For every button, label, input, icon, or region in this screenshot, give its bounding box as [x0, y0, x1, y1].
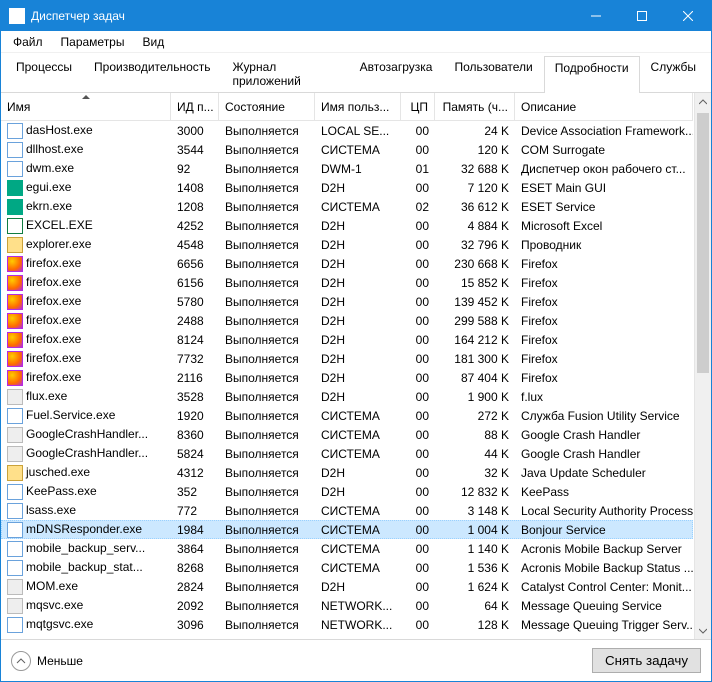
close-button[interactable] [665, 1, 711, 31]
process-icon [7, 617, 23, 633]
process-icon [7, 522, 23, 538]
process-row[interactable]: KeePass.exe352ВыполняетсяD2H0012 832 KKe… [1, 482, 693, 501]
process-icon [7, 560, 23, 576]
process-icon [7, 541, 23, 557]
process-row[interactable]: GoogleCrashHandler...5824ВыполняетсяСИСТ… [1, 444, 693, 463]
process-icon [7, 446, 23, 462]
process-row[interactable]: dwm.exe92ВыполняетсяDWM-10132 688 KДиспе… [1, 159, 693, 178]
details-grid: Имя ИД п... Состояние Имя польз... ЦП Па… [1, 93, 711, 639]
process-row[interactable]: firefox.exe8124ВыполняетсяD2H00164 212 K… [1, 330, 693, 349]
process-icon [7, 465, 23, 481]
process-icon [7, 294, 23, 310]
process-row[interactable]: firefox.exe2116ВыполняетсяD2H0087 404 KF… [1, 368, 693, 387]
process-row[interactable]: egui.exe1408ВыполняетсяD2H007 120 KESET … [1, 178, 693, 197]
app-icon [9, 8, 25, 24]
tab-4[interactable]: Пользователи [443, 55, 543, 92]
process-icon [7, 408, 23, 424]
process-row[interactable]: lsass.exe772ВыполняетсяСИСТЕМА003 148 KL… [1, 501, 693, 520]
process-icon [7, 332, 23, 348]
column-user[interactable]: Имя польз... [315, 93, 401, 120]
process-icon [7, 142, 23, 158]
window-title: Диспетчер задач [31, 9, 573, 23]
process-icon [7, 351, 23, 367]
process-icon [7, 598, 23, 614]
process-row[interactable]: mDNSResponder.exe1984ВыполняетсяСИСТЕМА0… [1, 520, 693, 539]
task-manager-window: Диспетчер задач Файл Параметры Вид Проце… [0, 0, 712, 682]
tab-6[interactable]: Службы [640, 55, 707, 92]
process-icon [7, 237, 23, 253]
column-memory[interactable]: Память (ч... [435, 93, 515, 120]
maximize-button[interactable] [619, 1, 665, 31]
fewer-label: Меньше [37, 654, 83, 668]
process-row[interactable]: Fuel.Service.exe1920ВыполняетсяСИСТЕМА00… [1, 406, 693, 425]
column-name[interactable]: Имя [1, 93, 171, 120]
process-icon [7, 123, 23, 139]
tab-3[interactable]: Автозагрузка [349, 55, 444, 92]
process-row[interactable]: firefox.exe6656ВыполняетсяD2H00230 668 K… [1, 254, 693, 273]
footer: Меньше Снять задачу [1, 639, 711, 681]
process-rows: dasHost.exe3000ВыполняетсяLOCAL SE...002… [1, 121, 693, 634]
column-description[interactable]: Описание [515, 93, 693, 120]
chevron-up-circle-icon [11, 651, 31, 671]
process-icon [7, 579, 23, 595]
process-icon [7, 503, 23, 519]
process-icon [7, 256, 23, 272]
process-icon [7, 180, 23, 196]
tab-1[interactable]: Производительность [83, 55, 221, 92]
minimize-button[interactable] [573, 1, 619, 31]
vertical-scrollbar[interactable] [694, 93, 711, 639]
titlebar[interactable]: Диспетчер задач [1, 1, 711, 31]
tab-0[interactable]: Процессы [5, 55, 83, 92]
process-row[interactable]: mqtgsvc.exe3096ВыполняетсяNETWORK...0012… [1, 615, 693, 634]
process-icon [7, 484, 23, 500]
process-row[interactable]: mobile_backup_serv...3864ВыполняетсяСИСТ… [1, 539, 693, 558]
process-row[interactable]: dllhost.exe3544ВыполняетсяСИСТЕМА00120 K… [1, 140, 693, 159]
process-row[interactable]: dasHost.exe3000ВыполняетсяLOCAL SE...002… [1, 121, 693, 140]
process-row[interactable]: firefox.exe6156ВыполняетсяD2H0015 852 KF… [1, 273, 693, 292]
scroll-down-button[interactable] [695, 622, 711, 639]
process-icon [7, 275, 23, 291]
process-row[interactable]: firefox.exe7732ВыполняетсяD2H00181 300 K… [1, 349, 693, 368]
process-row[interactable]: mobile_backup_stat...8268ВыполняетсяСИСТ… [1, 558, 693, 577]
process-icon [7, 161, 23, 177]
process-row[interactable]: explorer.exe4548ВыполняетсяD2H0032 796 K… [1, 235, 693, 254]
process-row[interactable]: MOM.exe2824ВыполняетсяD2H001 624 KCataly… [1, 577, 693, 596]
process-icon [7, 313, 23, 329]
end-task-button[interactable]: Снять задачу [592, 648, 701, 673]
process-row[interactable]: jusched.exe4312ВыполняетсяD2H0032 KJava … [1, 463, 693, 482]
process-icon [7, 370, 23, 386]
scroll-up-button[interactable] [695, 93, 711, 110]
menu-view[interactable]: Вид [134, 33, 172, 51]
fewer-details-button[interactable]: Меньше [11, 651, 83, 671]
process-row[interactable]: firefox.exe2488ВыполняетсяD2H00299 588 K… [1, 311, 693, 330]
menubar: Файл Параметры Вид [1, 31, 711, 53]
scroll-thumb[interactable] [697, 113, 709, 373]
process-row[interactable]: firefox.exe5780ВыполняетсяD2H00139 452 K… [1, 292, 693, 311]
process-icon [7, 427, 23, 443]
process-row[interactable]: ekrn.exe1208ВыполняетсяСИСТЕМА0236 612 K… [1, 197, 693, 216]
tabstrip: ПроцессыПроизводительностьЖурнал приложе… [1, 53, 711, 93]
tab-2[interactable]: Журнал приложений [222, 55, 349, 92]
column-headers: Имя ИД п... Состояние Имя польз... ЦП Па… [1, 93, 693, 121]
process-icon [7, 218, 23, 234]
process-row[interactable]: EXCEL.EXE4252ВыполняетсяD2H004 884 KMicr… [1, 216, 693, 235]
process-icon [7, 389, 23, 405]
process-row[interactable]: GoogleCrashHandler...8360ВыполняетсяСИСТ… [1, 425, 693, 444]
process-icon [7, 199, 23, 215]
column-pid[interactable]: ИД п... [171, 93, 219, 120]
column-state[interactable]: Состояние [219, 93, 315, 120]
process-row[interactable]: flux.exe3528ВыполняетсяD2H001 900 Kf.lux [1, 387, 693, 406]
process-row[interactable]: mqsvc.exe2092ВыполняетсяNETWORK...0064 K… [1, 596, 693, 615]
menu-file[interactable]: Файл [5, 33, 51, 51]
tab-5[interactable]: Подробности [544, 56, 640, 93]
column-cpu[interactable]: ЦП [401, 93, 435, 120]
menu-options[interactable]: Параметры [53, 33, 133, 51]
